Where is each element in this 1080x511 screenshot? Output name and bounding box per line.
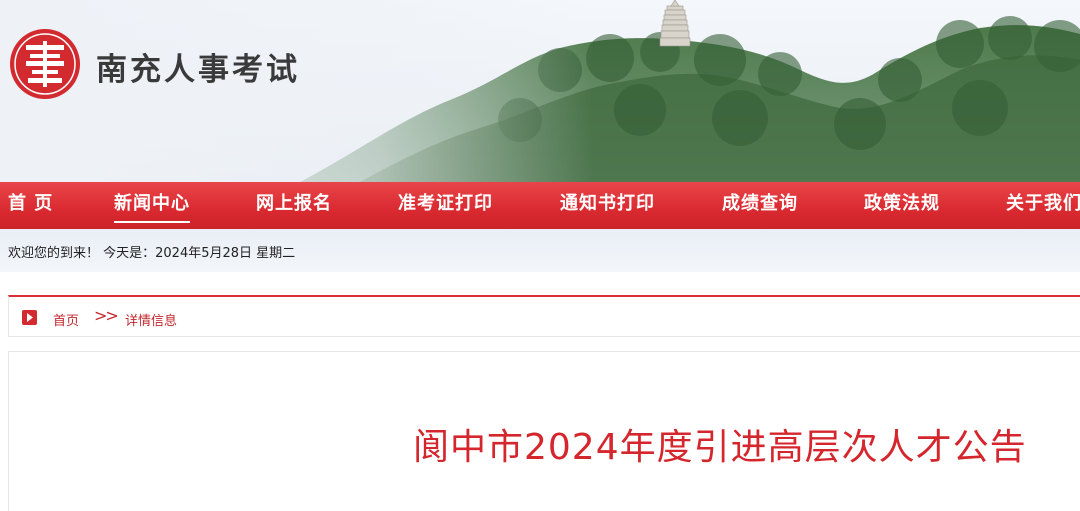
site-header: 南充人事考试	[0, 0, 1080, 182]
site-title: 南充人事考试	[96, 52, 300, 88]
breadcrumb-separator: >>	[94, 306, 119, 325]
nav-item-online-registration[interactable]: 网上报名	[256, 182, 332, 229]
nav-item-about-us[interactable]: 关于我们	[1006, 182, 1080, 229]
breadcrumb: 首页 >> 详情信息	[8, 295, 1080, 337]
nav-item-notice-print[interactable]: 通知书打印	[560, 182, 655, 229]
welcome-bar: 欢迎您的到来！ 今天是：2024年5月28日 星期二	[0, 229, 1080, 272]
welcome-text: 欢迎您的到来！ 今天是：2024年5月28日 星期二	[8, 246, 296, 261]
breadcrumb-current: 详情信息	[125, 314, 178, 329]
play-arrow-icon	[22, 310, 37, 325]
breadcrumb-home-link[interactable]: 首页	[53, 310, 79, 329]
nav-item-admission-ticket[interactable]: 准考证打印	[398, 182, 493, 229]
header-banner-image	[0, 0, 1080, 182]
main-nav: 首 页 新闻中心 网上报名 准考证打印 通知书打印 成绩查询 政策法规 关于我们	[0, 182, 1080, 229]
nav-item-home[interactable]: 首 页	[8, 182, 53, 229]
nav-item-news-center[interactable]: 新闻中心	[114, 182, 190, 229]
article-title: 阆中市2024年度引进高层次人才公告	[413, 427, 1027, 468]
nav-item-score-query[interactable]: 成绩查询	[722, 182, 798, 229]
article-panel: 阆中市2024年度引进高层次人才公告	[8, 351, 1080, 511]
seal-logo-icon[interactable]	[8, 27, 82, 101]
nav-item-policies[interactable]: 政策法规	[864, 182, 940, 229]
